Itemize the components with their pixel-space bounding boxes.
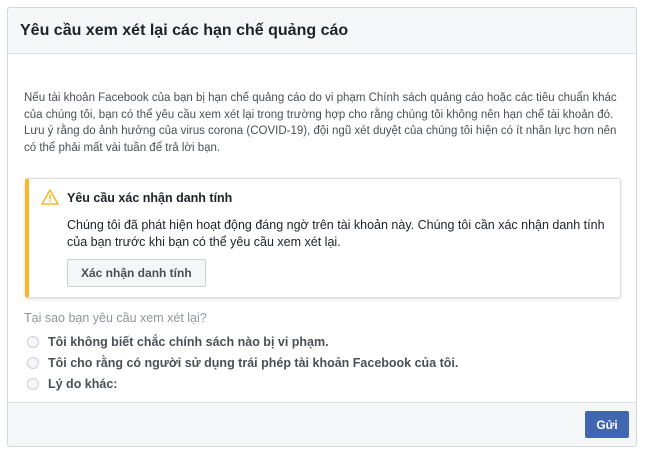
reason-question: Tại sao bạn yêu cầu xem xét lại? — [24, 311, 207, 325]
reason-option-label: Lý do khác: — [48, 376, 118, 391]
dialog-body: Nếu tài khoản Facebook của bạn bị hạn ch… — [8, 54, 636, 394]
submit-button[interactable]: Gửi — [585, 411, 629, 438]
reason-option-label: Tôi không biết chắc chính sách nào bị vi… — [48, 334, 329, 349]
reason-options: Tôi không biết chắc chính sách nào bị vi… — [24, 331, 620, 394]
radio-button[interactable] — [27, 335, 39, 348]
warning-title: Yêu cầu xác nhận danh tính — [67, 191, 233, 205]
dialog-title: Yêu cầu xem xét lại các hạn chế quảng cá… — [20, 21, 349, 39]
review-request-dialog: Yêu cầu xem xét lại các hạn chế quảng cá… — [7, 7, 637, 447]
warning-triangle-icon — [41, 189, 59, 205]
dialog-footer: Gửi — [8, 402, 636, 446]
radio-button[interactable] — [27, 377, 39, 390]
reason-option-other[interactable]: Lý do khác: — [24, 373, 620, 394]
reason-option-unsure-policy[interactable]: Tôi không biết chắc chính sách nào bị vi… — [24, 331, 620, 352]
intro-text: Nếu tài khoản Facebook của bạn bị hạn ch… — [24, 92, 617, 154]
reason-option-unauthorized-use[interactable]: Tôi cho rằng có người sử dụng trái phép … — [24, 352, 620, 373]
radio-button[interactable] — [27, 356, 39, 369]
verify-identity-button[interactable]: Xác nhận danh tính — [67, 259, 206, 287]
warning-text: Chúng tôi đã phát hiện hoạt động đáng ng… — [67, 218, 605, 249]
identity-warning-card: Yêu cầu xác nhận danh tính Chúng tôi đã … — [25, 178, 621, 298]
dialog-header: Yêu cầu xem xét lại các hạn chế quảng cá… — [8, 8, 636, 54]
reason-option-label: Tôi cho rằng có người sử dụng trái phép … — [48, 355, 459, 370]
